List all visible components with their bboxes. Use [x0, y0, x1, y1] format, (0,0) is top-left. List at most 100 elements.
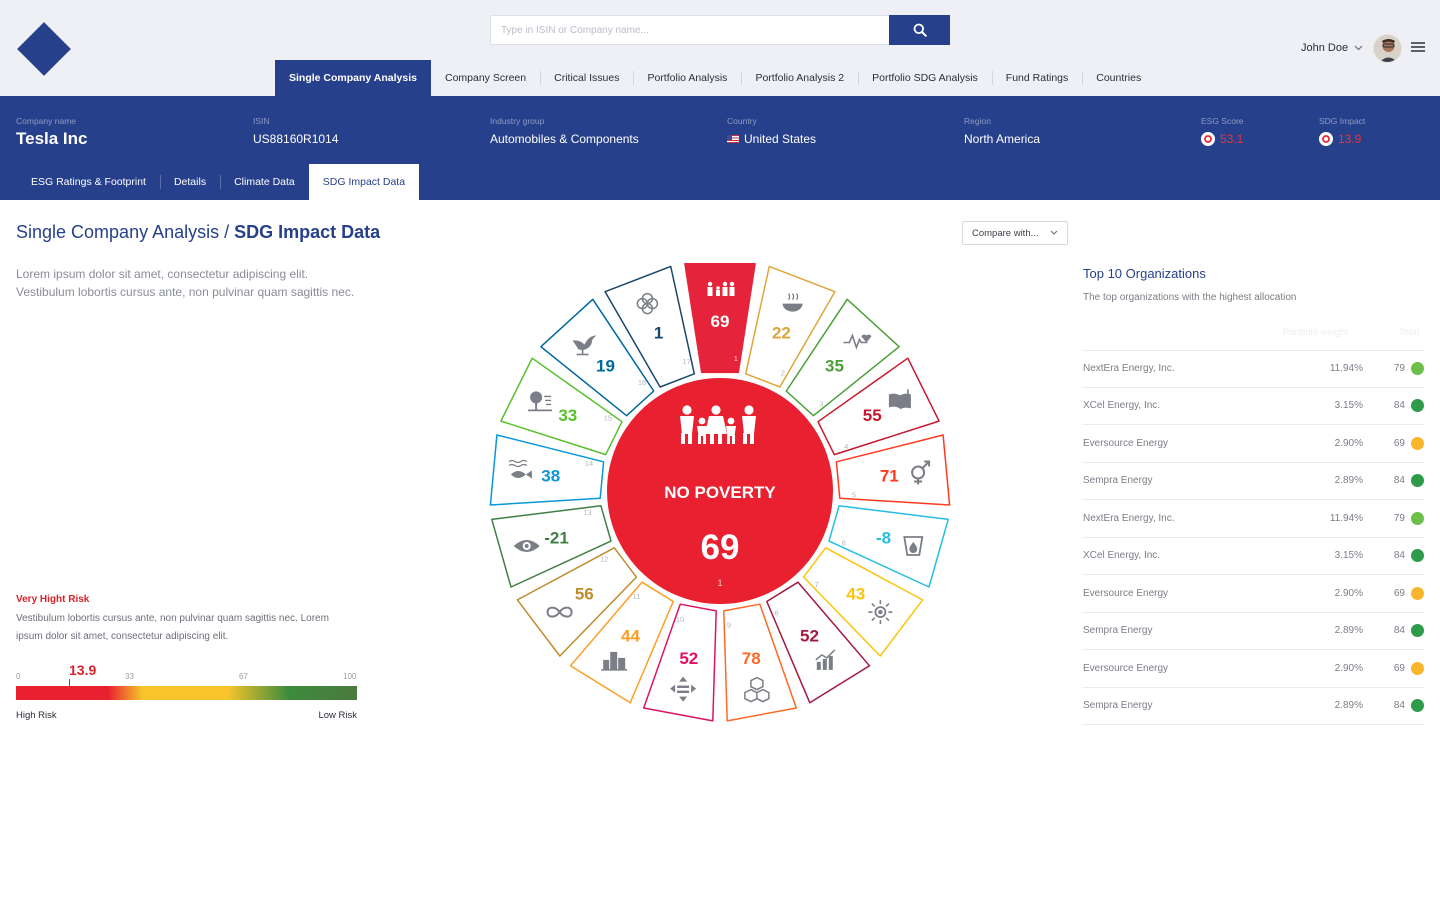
- status-dot: [1411, 549, 1424, 563]
- sdg-segment-number: 16: [638, 378, 646, 387]
- sun-icon: [868, 600, 893, 625]
- scale-tick: 67: [239, 672, 248, 681]
- status-dot: [1411, 362, 1424, 376]
- org-name: NextEra Energy, Inc.: [1083, 363, 1175, 375]
- table-row[interactable]: Eversource Energy 2.90% 69: [1083, 575, 1424, 613]
- intro-text: Lorem ipsum dolor sit amet, consectetur …: [16, 267, 355, 299]
- tab-critical-issues[interactable]: Critical Issues: [540, 60, 633, 96]
- risk-description: Vestibulum lobortis cursus ante, non pul…: [16, 613, 329, 642]
- tab-sdg-impact-data[interactable]: SDG Impact Data: [308, 164, 420, 200]
- search-input[interactable]: [490, 15, 889, 45]
- sdg-segment-number: 5: [852, 491, 856, 500]
- status-dot: [1411, 586, 1424, 600]
- org-name: Sempra Energy: [1083, 475, 1153, 487]
- status-dot: [1411, 661, 1424, 675]
- region-label: Region: [964, 116, 991, 126]
- score-ring-icon: [1201, 132, 1215, 146]
- risk-gradient-bar: [16, 686, 357, 700]
- user-name: John Doe: [1301, 42, 1349, 54]
- region-field: Region North America: [964, 116, 1040, 146]
- hamburger-menu-icon[interactable]: [1411, 42, 1425, 54]
- org-name: NextEra Energy, Inc.: [1083, 512, 1175, 524]
- tab-portfolio-analysis-2[interactable]: Portfolio Analysis 2: [741, 60, 858, 96]
- logo[interactable]: [17, 22, 71, 76]
- table-row[interactable]: Eversource Energy 2.90% 69: [1083, 425, 1424, 463]
- org-name: Sempra Energy: [1083, 700, 1153, 712]
- col-header-total: Total: [1399, 327, 1420, 338]
- tab-climate-data[interactable]: Climate Data: [220, 164, 309, 200]
- sdg-segment-number: 6: [842, 539, 846, 548]
- org-weight: 3.15%: [1334, 400, 1363, 412]
- tab-portfolio-sdg-analysis[interactable]: Portfolio SDG Analysis: [858, 60, 992, 96]
- breadcrumb: Single Company Analysis / SDG Impact Dat…: [16, 222, 380, 243]
- sdg-segment-number: 10: [676, 615, 684, 624]
- sdg-segment-value: 69: [711, 312, 730, 331]
- family-icon: [680, 405, 756, 444]
- table-row[interactable]: NextEra Energy, Inc. 11.94% 79: [1083, 350, 1424, 388]
- table-row[interactable]: Sempra Energy 2.89% 84: [1083, 613, 1424, 650]
- col-header-weight: Portfolio weight: [1283, 327, 1348, 338]
- tab-portfolio-analysis[interactable]: Portfolio Analysis: [633, 60, 741, 96]
- org-name: Eversource Energy: [1083, 437, 1169, 449]
- isin-label: ISIN: [253, 116, 270, 126]
- status-dot: [1411, 699, 1424, 713]
- sdg-segment-value: -21: [544, 529, 569, 548]
- tab-company-screen[interactable]: Company Screen: [431, 60, 540, 96]
- sdg-segment-number: 2: [781, 369, 785, 378]
- sdg-segment-value: 35: [825, 356, 844, 375]
- sdg-segment-number: 3: [819, 399, 823, 408]
- org-weight: 11.94%: [1329, 512, 1363, 524]
- org-total: 84: [1393, 550, 1405, 562]
- sdg-wheel-icon: [1319, 132, 1333, 146]
- table-row[interactable]: Sempra Energy 2.89% 84: [1083, 463, 1424, 500]
- company-name-label: Company name: [16, 116, 77, 126]
- table-row[interactable]: XCel Energy, Inc. 3.15% 84: [1083, 538, 1424, 575]
- region-value: North America: [964, 132, 1041, 146]
- compare-dropdown[interactable]: Compare with...: [962, 221, 1068, 245]
- risk-scale: 0 33 67 100 13.9 High Risk Low Risk: [16, 662, 357, 722]
- sdg-segment-number: 8: [775, 609, 779, 618]
- table-row[interactable]: Eversource Energy 2.90% 69: [1083, 650, 1424, 688]
- country-field: Country United States: [727, 116, 816, 146]
- sdg-segment-value: -8: [876, 529, 891, 548]
- sdg-segment-value: 44: [621, 627, 640, 646]
- sdg-segment-number: 9: [727, 621, 731, 630]
- top-orgs-subtitle: The top organizations with the highest a…: [1083, 292, 1297, 303]
- sdg-segment-number: 14: [585, 459, 593, 468]
- center-index: 1: [717, 578, 722, 588]
- org-total: 84: [1393, 475, 1405, 487]
- org-weight: 2.90%: [1334, 662, 1363, 674]
- tab-countries[interactable]: Countries: [1082, 60, 1155, 96]
- sdg-segment-value: 43: [846, 584, 865, 603]
- breadcrumb-parent[interactable]: Single Company Analysis: [16, 222, 219, 242]
- esg-score-field: ESG Score 53.1: [1201, 116, 1244, 146]
- tab-esg-ratings[interactable]: ESG Ratings & Footprint: [17, 164, 160, 200]
- industry-field: Industry group Automobiles & Components: [490, 116, 639, 146]
- avatar[interactable]: [1373, 33, 1403, 63]
- top-orgs-list: NextEra Energy, Inc. 11.94% 79 XCel Energy,…: [1083, 350, 1424, 725]
- industry-label: Industry group: [490, 116, 545, 126]
- isin-value: US88160R1014: [253, 132, 339, 146]
- user-menu[interactable]: John Doe: [1301, 33, 1403, 63]
- tab-fund-ratings[interactable]: Fund Ratings: [991, 60, 1082, 96]
- status-dot: [1411, 474, 1424, 488]
- table-row[interactable]: XCel Energy, Inc. 3.15% 84: [1083, 388, 1424, 425]
- risk-marker-value: 13.9: [69, 662, 97, 678]
- table-row[interactable]: NextEra Energy, Inc. 11.94% 79: [1083, 500, 1424, 538]
- tab-details[interactable]: Details: [159, 164, 220, 200]
- org-total: 69: [1393, 437, 1405, 449]
- sdg-segment-value: 55: [863, 406, 882, 425]
- status-dot: [1411, 511, 1424, 525]
- search-button[interactable]: [889, 15, 950, 45]
- page-title: SDG Impact Data: [234, 222, 381, 242]
- sdg-impact-value: 13.9: [1338, 132, 1362, 146]
- sdg-segment-value: 52: [800, 627, 819, 646]
- org-weight: 2.89%: [1334, 700, 1363, 712]
- sdg-segment-number: 13: [584, 508, 592, 517]
- sdg-segment-value: 1: [654, 324, 663, 343]
- country-value: United States: [744, 132, 817, 146]
- sdg-segment-value: 33: [558, 406, 577, 425]
- tab-single-company-analysis[interactable]: Single Company Analysis: [275, 60, 431, 96]
- table-row[interactable]: Sempra Energy 2.89% 84: [1083, 688, 1424, 725]
- search-icon: [913, 23, 927, 37]
